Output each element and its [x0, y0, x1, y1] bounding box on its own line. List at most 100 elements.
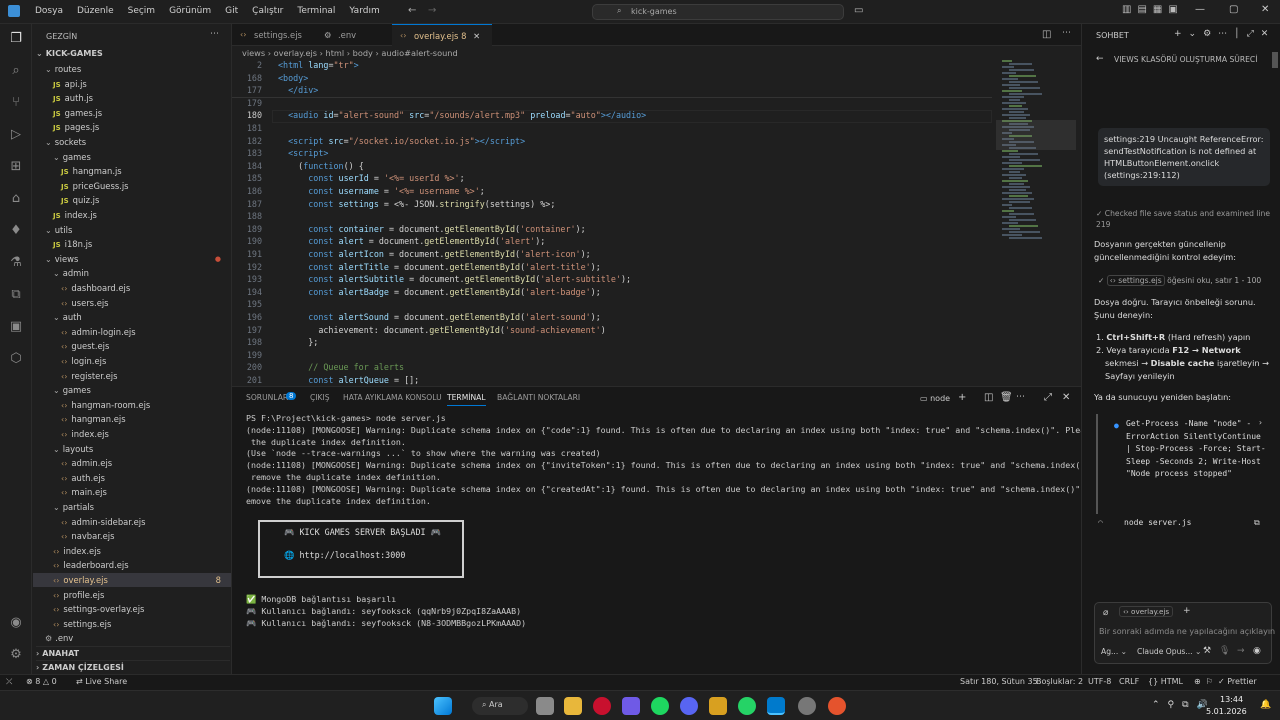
- new-terminal-icon[interactable]: +: [958, 392, 966, 403]
- file-item[interactable]: ‹› index.ejs: [33, 427, 231, 441]
- forward-arrow-icon[interactable]: →: [428, 5, 436, 16]
- prettier[interactable]: ✓ Prettier: [1218, 677, 1257, 686]
- breadcrumb-item[interactable]: audio#alert-sound: [381, 48, 457, 58]
- minimize-button[interactable]: —: [1195, 4, 1205, 15]
- code-line[interactable]: const alertBadge = document.getElementBy…: [278, 287, 601, 297]
- file-item[interactable]: JS api.js: [33, 77, 231, 91]
- back-arrow-icon[interactable]: ←: [408, 5, 416, 16]
- file-item[interactable]: JS games.js: [33, 106, 231, 120]
- menu-item-görünüm[interactable]: Görünüm: [162, 6, 218, 16]
- more-actions-icon[interactable]: ⋯: [210, 29, 219, 39]
- extensions-icon[interactable]: ⊞: [7, 158, 25, 176]
- file-item[interactable]: ‹› settings.ejs: [33, 617, 231, 631]
- file-item[interactable]: ‹› guest.ejs: [33, 339, 231, 353]
- breadcrumb-item[interactable]: views: [242, 48, 265, 58]
- close-panel-icon[interactable]: ✕: [1062, 392, 1070, 403]
- whatsapp-icon[interactable]: [738, 697, 756, 715]
- containers-icon[interactable]: ▣: [7, 318, 25, 336]
- file-item[interactable]: ‹› hangman-room.ejs: [33, 398, 231, 412]
- clock-time[interactable]: 13:44: [1220, 695, 1243, 704]
- attach-icon[interactable]: ⌀: [1103, 608, 1108, 618]
- database-icon[interactable]: ⬡: [7, 350, 25, 368]
- close-icon[interactable]: ✕: [473, 31, 480, 41]
- menu-item-terminal[interactable]: Terminal: [290, 6, 342, 16]
- code-line[interactable]: const alert = document.getElementById('a…: [278, 236, 545, 246]
- code-line[interactable]: </div>: [278, 85, 318, 95]
- github-icon[interactable]: [798, 697, 816, 715]
- terminal-shell-label[interactable]: ▭ node: [920, 394, 950, 403]
- folder-item[interactable]: ⌄ layouts: [33, 442, 231, 456]
- copilot-icon[interactable]: ▭: [854, 5, 863, 16]
- folder-item[interactable]: ⌄ sockets: [33, 135, 231, 149]
- command-search-input[interactable]: ⌕ kick-games: [592, 4, 844, 20]
- thinking-step[interactable]: ✓ Checked file save status and examined …: [1096, 208, 1276, 230]
- outline-section[interactable]: › ANAHAT: [36, 646, 230, 658]
- taskbar-search[interactable]: ⌕ Ara: [472, 697, 528, 715]
- panel-tab-1[interactable]: ÇIKIŞ: [310, 393, 330, 402]
- chevron-right-icon[interactable]: ›: [1258, 417, 1263, 430]
- explorer-icon[interactable]: ❐: [7, 30, 25, 48]
- breadcrumb-item[interactable]: overlay.ejs: [274, 48, 317, 58]
- back-arrow-icon[interactable]: ←: [1096, 54, 1104, 64]
- menu-item-dosya[interactable]: Dosya: [28, 6, 70, 16]
- code-line[interactable]: achievement: document.getElementById('so…: [278, 325, 605, 335]
- chat-input-box[interactable]: ⌀ ‹› overlay.ejs + Bir sonraki adımda ne…: [1094, 602, 1275, 664]
- live-share[interactable]: ⇄ Live Share: [76, 677, 127, 686]
- code-line[interactable]: <script>: [278, 148, 328, 158]
- clock-date[interactable]: 5.01.2026: [1206, 707, 1247, 716]
- file-item[interactable]: ‹› hangman.ejs: [33, 412, 231, 426]
- code-line[interactable]: const alertTitle = document.getElementBy…: [278, 262, 601, 272]
- cursor-position[interactable]: Satır 180, Sütun 35: [960, 677, 1038, 686]
- file-item[interactable]: JS priceGuess.js: [33, 179, 231, 193]
- stop-icon[interactable]: ◉: [1253, 646, 1261, 656]
- maximize-panel-icon[interactable]: ⤢: [1044, 392, 1052, 403]
- model-select[interactable]: Claude Opus... ⌄: [1137, 647, 1201, 656]
- panel-tab-0[interactable]: SORUNLAR: [246, 393, 288, 402]
- line-ending[interactable]: CRLF: [1119, 677, 1139, 686]
- more-actions-icon[interactable]: ⋯: [1016, 392, 1025, 402]
- problems-indicator[interactable]: ⊗ 8 △ 0: [26, 677, 57, 686]
- file-item[interactable]: ‹› auth.ejs: [33, 471, 231, 485]
- file-item[interactable]: JS quiz.js: [33, 193, 231, 207]
- code-line[interactable]: const alertQueue = [];: [278, 375, 419, 385]
- thread-scrollbar[interactable]: [1272, 52, 1278, 68]
- file-item[interactable]: JS i18n.js: [33, 237, 231, 251]
- add-context-icon[interactable]: +: [1183, 606, 1191, 616]
- file-item[interactable]: ‹› leaderboard.ejs: [33, 558, 231, 572]
- file-item[interactable]: ‹› users.ejs: [33, 296, 231, 310]
- tab-overlay-ejs[interactable]: ‹› overlay.ejs 8 ✕: [392, 24, 492, 46]
- folder-item[interactable]: ⌄ partials: [33, 500, 231, 514]
- code-line[interactable]: const container = document.getElementByI…: [278, 224, 585, 234]
- menu-item-düzenle[interactable]: Düzenle: [70, 6, 121, 16]
- command-block[interactable]: ● › Get-Process -Name "node" -ErrorActio…: [1096, 414, 1272, 514]
- banner-url[interactable]: 🌐 http://localhost:3000: [284, 550, 462, 561]
- code-line[interactable]: const username = '<%= username %>';: [278, 186, 485, 196]
- remote-icon[interactable]: ⤫: [6, 677, 12, 687]
- split-terminal-icon[interactable]: ◫: [984, 392, 993, 403]
- code-line[interactable]: const settings = <%- JSON.stringify(sett…: [278, 199, 555, 209]
- tools-icon[interactable]: ⚒: [1203, 646, 1211, 656]
- layout-icons[interactable]: ▥▤▦▣: [1122, 4, 1184, 15]
- panel-tab-4[interactable]: BAĞLANTI NOKTALARI: [497, 393, 580, 402]
- discord-icon[interactable]: [680, 697, 698, 715]
- source-control-icon[interactable]: ⑂: [7, 94, 25, 112]
- close-button[interactable]: ✕: [1261, 4, 1269, 15]
- file-item[interactable]: ‹› overlay.ejs 8: [33, 573, 231, 587]
- docker-icon[interactable]: ⧉: [7, 286, 25, 304]
- file-item[interactable]: ‹› profile.ejs: [33, 588, 231, 602]
- read-file-step[interactable]: ✓ ‹› settings.ejs öğesini oku, satır 1 -…: [1098, 275, 1261, 286]
- panel-tab-2[interactable]: HATA AYIKLAMA KONSOLU: [343, 393, 442, 402]
- run-debug-icon[interactable]: ▷: [7, 126, 25, 144]
- file-item[interactable]: ‹› navbar.ejs: [33, 529, 231, 543]
- folder-item[interactable]: ⌄ auth: [33, 310, 231, 324]
- code-line[interactable]: const alertSound = document.getElementBy…: [278, 312, 601, 322]
- command-block-2[interactable]: ◠ node server.js ⧉: [1096, 518, 1272, 527]
- encoding[interactable]: UTF-8: [1088, 677, 1111, 686]
- file-item[interactable]: JS pages.js: [33, 120, 231, 134]
- tab-settings-ejs[interactable]: ‹› settings.ejs: [232, 24, 316, 46]
- send-icon[interactable]: →: [1237, 646, 1245, 656]
- code-line[interactable]: const userId = '<%= userId %>';: [278, 173, 464, 183]
- menu-item-git[interactable]: Git: [218, 6, 245, 16]
- status-icons[interactable]: ⊕⚐: [1194, 677, 1218, 686]
- spotify-icon[interactable]: [651, 697, 669, 715]
